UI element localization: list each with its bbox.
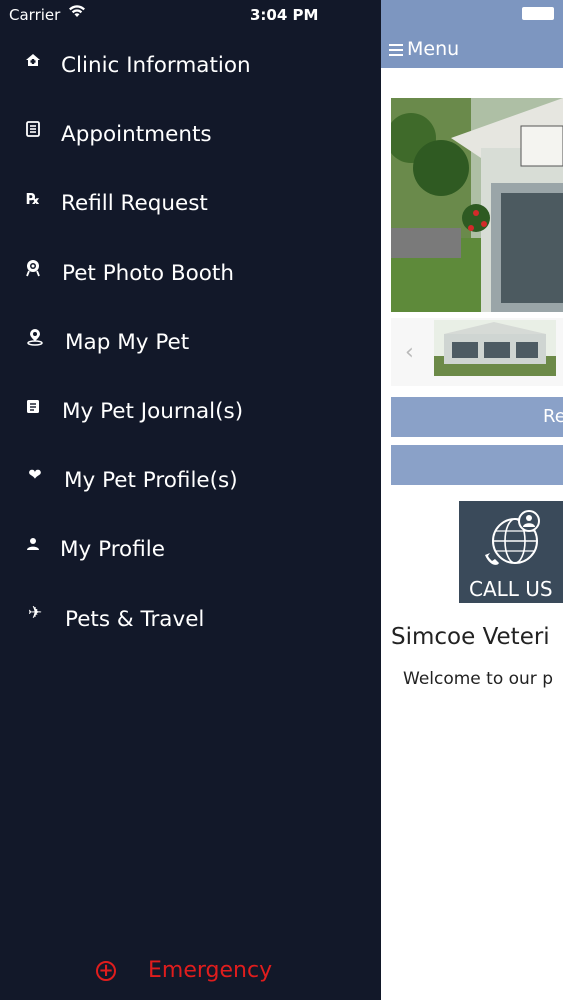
menu-item-pet-photo-booth[interactable]: Pet Photo Booth [0, 241, 381, 301]
call-us-tile[interactable]: CALL US [459, 501, 563, 603]
call-us-label: CALL US [469, 577, 553, 601]
main-panel: Menu ‹ Re CALL US Simcoe Veteri Welcome … [381, 0, 563, 1000]
menu-item-label: Clinic Information [61, 53, 251, 78]
clinic-hero-image [391, 98, 563, 312]
battery-icon [522, 7, 554, 20]
menu-item-label: Appointments [61, 122, 212, 147]
clinic-icon [26, 54, 40, 66]
emergency-plus-icon: + [96, 961, 116, 981]
airplane-icon: ✈ [27, 603, 43, 623]
thumbnail-image[interactable] [434, 320, 556, 376]
secondary-action-button[interactable] [391, 445, 563, 485]
rx-icon: ℞ [26, 190, 40, 208]
menu-item-label: Pets & Travel [65, 607, 205, 632]
person-icon [27, 538, 39, 550]
menu-button[interactable]: Menu [389, 38, 459, 60]
chevron-left-icon[interactable]: ‹ [405, 340, 414, 365]
menu-item-label: Refill Request [61, 191, 208, 216]
journal-icon [27, 400, 39, 413]
globe-phone-icon [485, 510, 540, 565]
menu-item-label: My Pet Journal(s) [62, 399, 244, 424]
menu-item-refill-request[interactable]: ℞ Refill Request [0, 171, 381, 231]
menu-label: Menu [407, 38, 460, 60]
appointments-icon [26, 121, 40, 137]
photo-booth-icon [26, 260, 40, 277]
status-bar: Carrier 3:04 PM [0, 0, 381, 30]
menu-item-my-profile[interactable]: My Profile [0, 517, 381, 577]
menu-item-label: Pet Photo Booth [62, 261, 234, 286]
emergency-button[interactable]: + Emergency [96, 958, 326, 988]
menu-item-map-my-pet[interactable]: Map My Pet [0, 310, 381, 370]
menu-item-label: Map My Pet [65, 330, 190, 355]
clinic-building-photo [391, 98, 563, 312]
hamburger-icon [389, 43, 403, 56]
menu-item-appointments[interactable]: Appointments [0, 102, 381, 162]
primary-action-label: Re [543, 406, 563, 427]
primary-action-button[interactable]: Re [391, 397, 563, 437]
menu-item-my-pet-journals[interactable]: My Pet Journal(s) [0, 379, 381, 439]
map-pin-icon [27, 329, 43, 346]
clinic-heading: Simcoe Veteri [391, 624, 550, 650]
welcome-text: Welcome to our p [403, 669, 553, 689]
menu-item-my-pet-profiles[interactable]: ❤ My Pet Profile(s) [0, 448, 381, 508]
menu-item-clinic-information[interactable]: Clinic Information [0, 33, 381, 93]
navigation-drawer: Carrier 3:04 PM Clinic Information Appoi… [0, 0, 381, 1000]
emergency-label: Emergency [148, 958, 273, 983]
wifi-icon [69, 5, 85, 17]
carrier-label: Carrier [9, 6, 61, 24]
heart-icon: ❤ [28, 465, 42, 484]
menu-item-label: My Pet Profile(s) [64, 468, 238, 493]
top-bar: Menu [381, 0, 563, 68]
menu-item-pets-travel[interactable]: ✈ Pets & Travel [0, 587, 381, 647]
menu-item-label: My Profile [60, 537, 165, 562]
image-thumbnail-strip: ‹ [391, 318, 563, 386]
clock: 3:04 PM [250, 6, 319, 24]
